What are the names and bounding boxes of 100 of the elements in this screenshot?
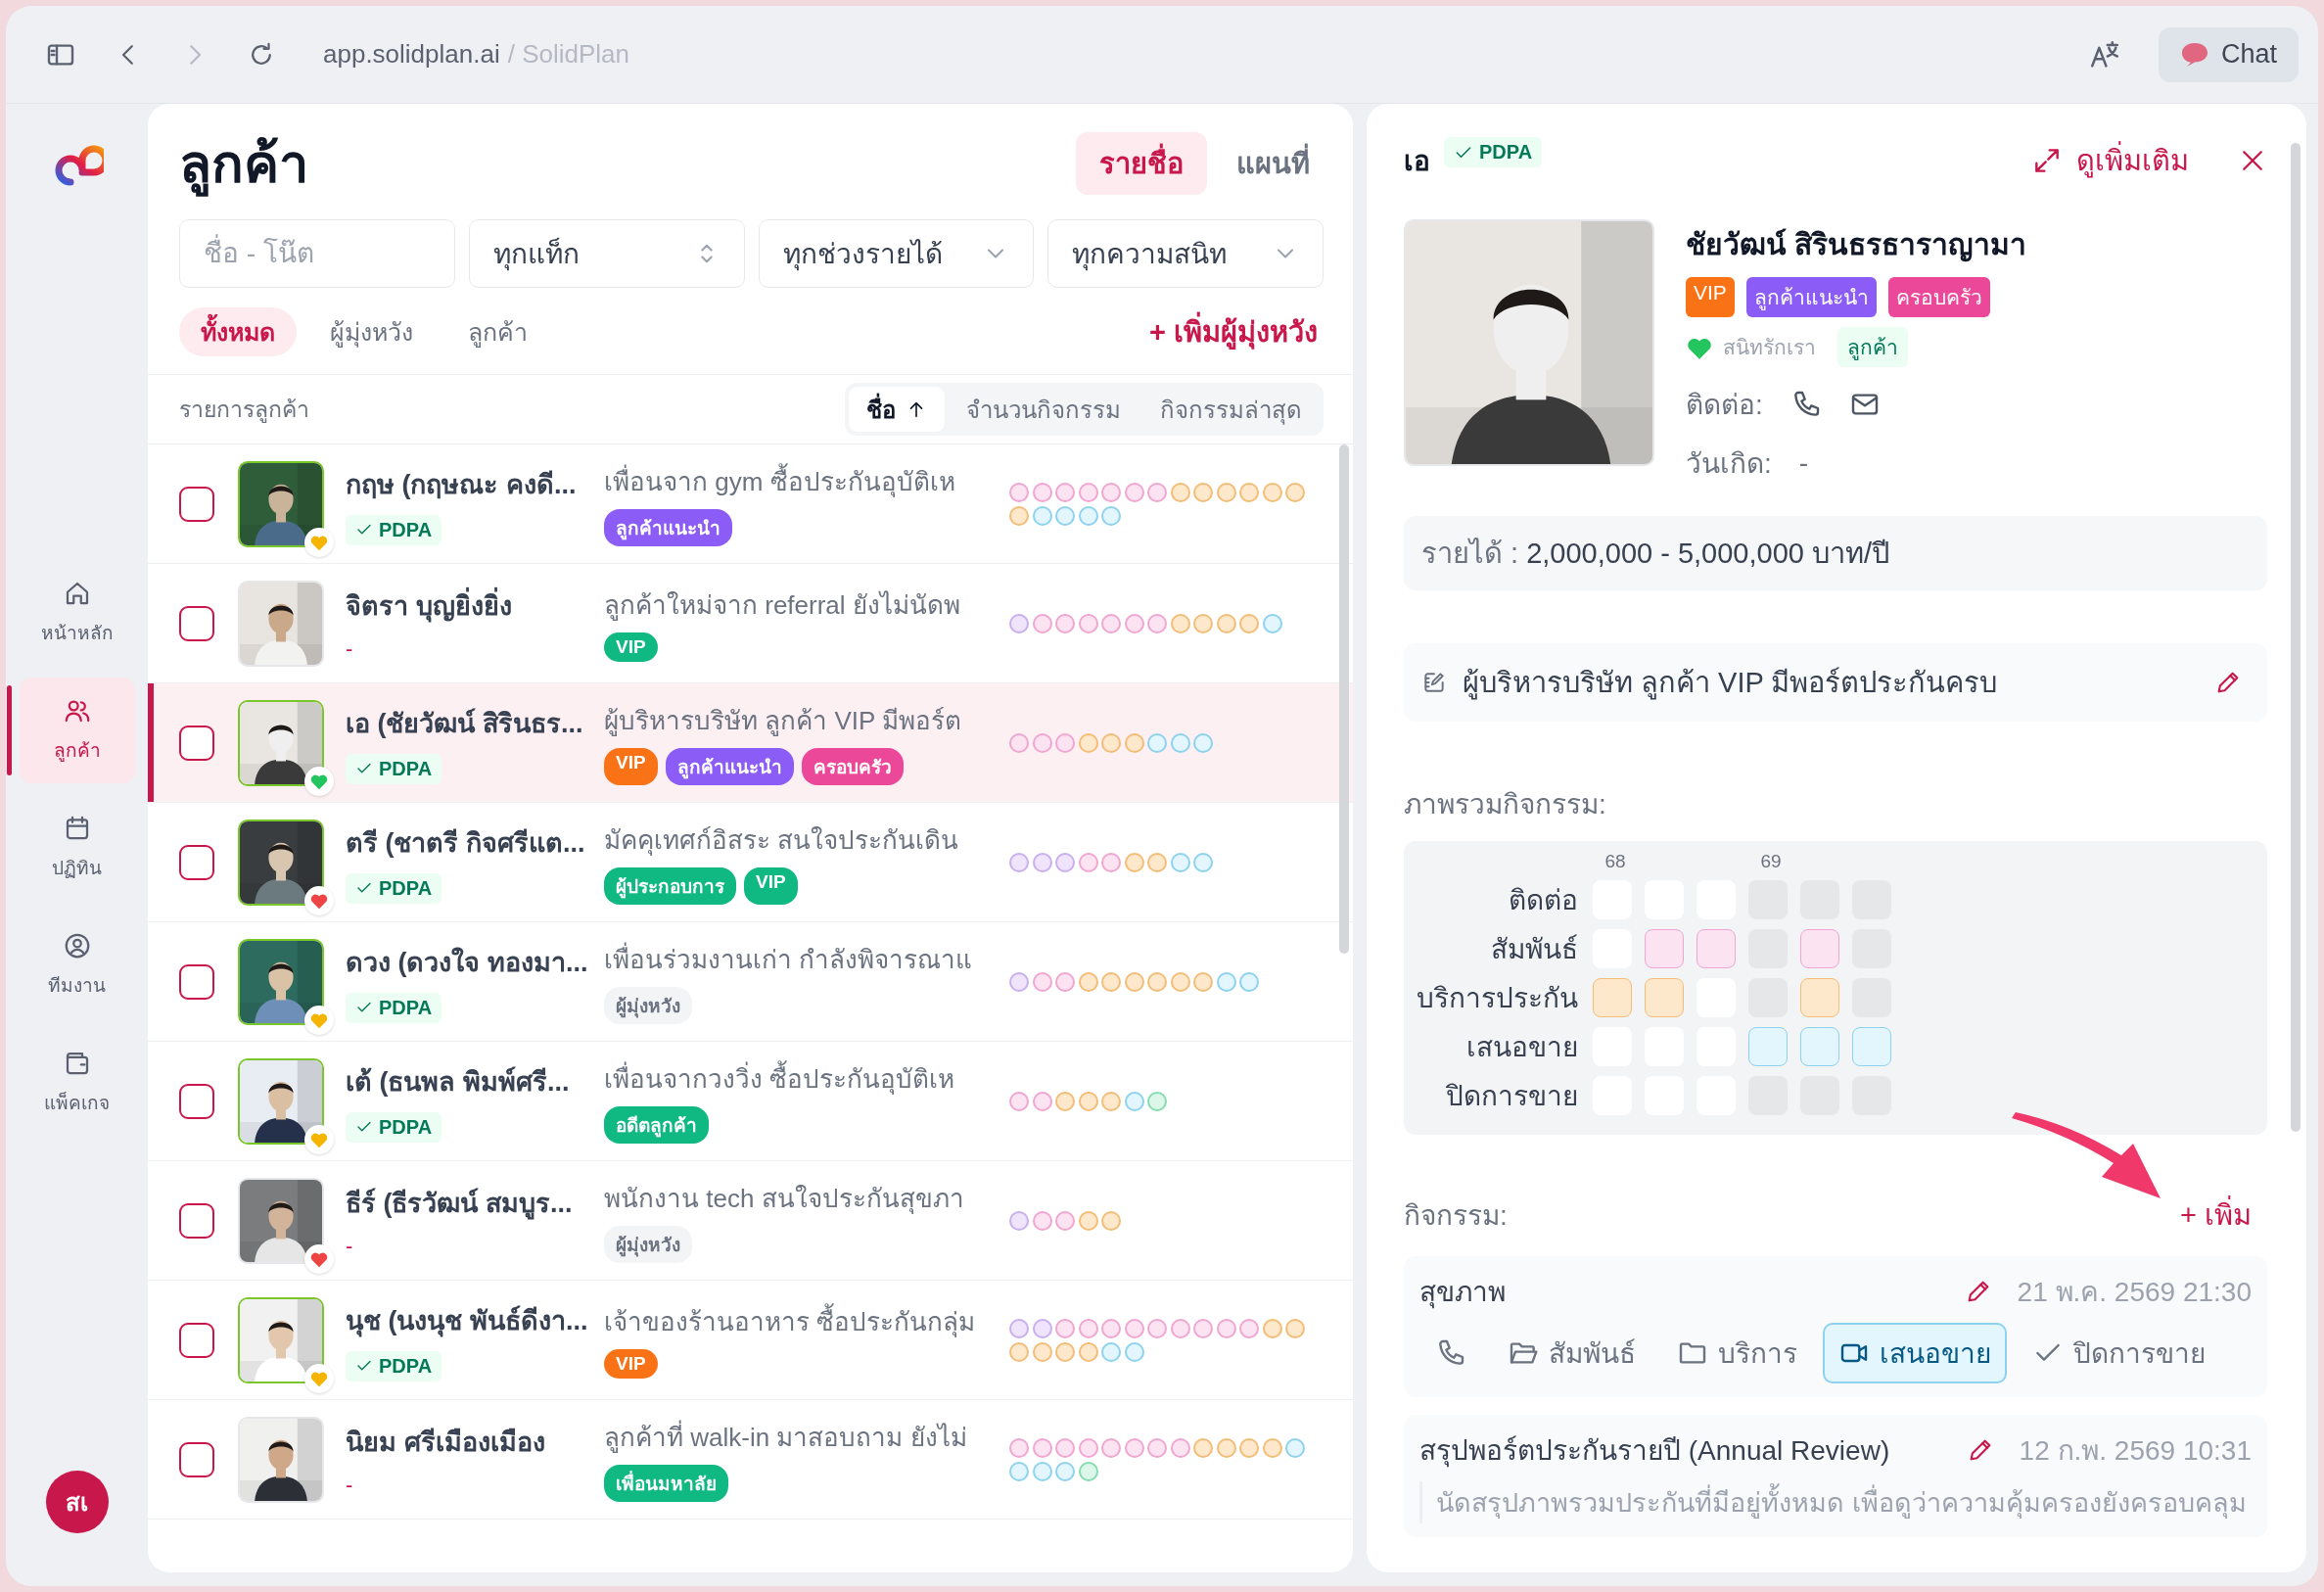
activity-dot [1101,505,1121,526]
sidebar-item[interactable]: แพ็คเกจ [19,1030,135,1136]
chat-button[interactable]: Chat [2158,26,2299,82]
view-more-link[interactable]: ดูเพิ่มเติม [2025,137,2195,184]
activity-dot [1032,852,1052,872]
activity-dot [1262,1318,1282,1338]
customer-note: มัคคุเทศก์อิสระ สนใจประกันเดิน [604,824,960,858]
activity-dot [1032,1318,1052,1338]
note-icon [1421,670,1447,695]
sidebar-item[interactable]: ปฏิทิน [19,795,135,901]
tag: VIP [604,1349,658,1379]
note-text: ผู้บริหารบริษัท ลูกค้า VIP มีพอร์ตประกันครบ [1463,666,1999,702]
customer-row[interactable]: เต้ (ธนพล พิมพ์ศรี... PDPA เพื่อนจากวงวิ่ง ซื้อประกันอุบัติเห อดีตลูกค้า [148,1042,1353,1161]
activity-dot [1009,1461,1029,1481]
activity-dot [1055,971,1075,992]
filter-tab[interactable]: ผู้มุ่งหวัง [308,307,435,356]
activity-dot [1032,482,1052,502]
filter-tab[interactable]: ลูกค้า [446,307,549,356]
scrollbar[interactable] [1339,445,1349,954]
tag: VIP [604,632,658,662]
activity-dot [1055,613,1075,633]
closeness-label: สนิทรักเรา [1723,335,1816,360]
activity-dot [1009,613,1029,633]
activity-dot [1170,1318,1190,1338]
income-value: 2,000,000 - 5,000,000 บาท/ปี [1526,537,1890,571]
section-title: ภาพรวมกิจกรรม: [1404,788,1607,821]
customer-name: ตรี (ชาตรี กิจศรีแต... [346,826,586,860]
scrollbar[interactable] [2291,143,2301,1132]
activity-dot [1078,482,1098,502]
activity-dot [1101,613,1121,633]
stage-option[interactable]: สัมพันธ์ [1492,1323,1651,1383]
customer-row[interactable]: ดวง (ดวงใจ ทองมา... PDPA เพื่อนร่วมงานเก่า กำลังพิจารณาแ ผู้มุ่งหวัง [148,922,1353,1042]
url-text[interactable]: app.solidplan.ai [323,39,500,70]
activity-dot [1009,505,1029,526]
view-tab[interactable]: รายชื่อ [1076,132,1207,195]
activity-dot [1239,971,1259,992]
checkbox[interactable] [179,605,214,641]
checkbox[interactable] [179,1322,214,1358]
sort-option[interactable]: ชื่อ [849,387,945,432]
tag: อดีตลูกค้า [604,1106,709,1144]
tag: ผู้ประกอบการ [604,867,736,905]
stage-option[interactable]: ปิดการขาย [2017,1323,2221,1383]
user-avatar[interactable]: สเ [45,1471,109,1533]
customer-name: ธีร์ (ธีรวัฒน์ สมบูร... [346,1187,574,1222]
customer-name: นุช (นงนุช พันธ์ดีงา... [346,1304,589,1339]
sidebar-item[interactable]: หน้าหลัก [19,560,135,666]
activity-dot [1216,482,1236,502]
activity-card[interactable]: สุขภาพ 21 พ.ค. 2569 21:30 สัมพันธ์ บริการ เสนอขาย ปิดการขาย [1404,1256,2267,1397]
activity-dot [1055,482,1075,502]
checkbox[interactable] [179,486,214,522]
no-consent-mark: - [346,1473,354,1498]
activity-dot [1170,482,1190,502]
customer-row[interactable]: กฤษ (กฤษณะ คงดี... PDPA เพื่อนจาก gym ซื้อประกันอุบัติเห ลูกค้าแนะนำ [148,445,1353,564]
activity-dot [1239,1318,1259,1338]
activity-dot [1147,1091,1167,1111]
tag: VIP [744,867,798,905]
customer-row[interactable]: นิยม ศรีเมืองเมือง - ลูกค้าที่ walk-in มาสอบถาม ยังไม่ เพื่อนมหาลัย [148,1400,1353,1520]
activity-dot [1055,1318,1075,1338]
filter-tab[interactable]: ทั้งหมด [179,307,297,356]
filter-dropdown[interactable]: ทุกช่วงรายได้ [758,219,1035,288]
activity-dot [1055,1437,1075,1458]
activity-dot [1101,1341,1121,1362]
activity-dot [1124,971,1144,992]
checkbox[interactable] [179,1202,214,1239]
sidebar-item[interactable]: ทีมงาน [19,913,135,1018]
customer-row[interactable]: ตรี (ชาตรี กิจศรีแต... PDPA มัคคุเทศก์อิสระ สนใจประกันเดิน ผู้ประกอบการ VIP [148,803,1353,922]
view-tab[interactable]: แผนที่ [1213,132,1333,195]
add-activity-link[interactable]: + เพิ่ม [2174,1192,2257,1239]
checkbox[interactable] [179,725,214,761]
activity-card[interactable]: สรุปพอร์ตประกันรายปี (Annual Review) 12 ก.พ. 2569 10:31 นัดสรุปภาพรวมประกันที่มีอยู่ทั้งหมด เพื่อดูว่าความคุ้มครองยังครอบคลุม [1404,1415,2267,1537]
sort-option[interactable]: กิจกรรมล่าสุด [1142,387,1320,432]
activity-dot [1032,971,1052,992]
search-field[interactable]: ชื่อ - โน๊ต [179,219,455,288]
customer-row[interactable]: นุช (นงนุช พันธ์ดีงา... PDPA เจ้าของร้านอาหาร ซื้อประกันกลุ่ม VIP [148,1281,1353,1400]
activity-dot [1055,505,1075,526]
checkbox[interactable] [179,963,214,1000]
pdpa-badge: PDPA [346,992,442,1023]
activity-dot [1078,1461,1098,1481]
activity-dot [1124,1341,1144,1362]
sort-option[interactable]: จำนวนกิจกรรม [949,387,1139,432]
tag: ผู้มุ่งหวัง [604,1226,692,1263]
checkbox[interactable] [179,844,214,880]
customer-row[interactable]: เอ (ชัยวัฒน์ สิรินธร... PDPA ผู้บริหารบริษัท ลูกค้า VIP มีพอร์ต VIP ลูกค้าแนะนำ ครอบครัว [148,683,1353,803]
activity-dot [1262,1437,1282,1458]
checkbox[interactable] [179,1083,214,1119]
stage-option[interactable]: บริการ [1661,1323,1813,1383]
activity-dot [1216,971,1236,992]
pdpa-badge: PDPA [346,872,442,904]
speech-bubble-icon [2179,40,2209,69]
stage-option[interactable]: เสนอขาย [1823,1323,2007,1383]
row-label: บริการประกัน [1416,982,1579,1015]
pdpa-badge: PDPA [346,1111,442,1143]
customer-name: ชัยวัฒน์ สิรินธรธาราญามา [1686,227,2027,264]
filter-dropdown[interactable]: ทุกแท็ก [468,219,745,288]
filter-dropdown[interactable]: ทุกความสนิท [1047,219,1324,288]
activity-dot [1055,1341,1075,1362]
customer-row[interactable]: ธีร์ (ธีรวัฒน์ สมบูร... - พนักงาน tech สนใจประกันสุขภา ผู้มุ่งหวัง [148,1161,1353,1281]
activity-dot [1193,1437,1213,1458]
add-prospect-link[interactable]: + เพิ่มผู้มุ่งหวัง [1143,308,1324,355]
checkbox[interactable] [179,1441,214,1477]
